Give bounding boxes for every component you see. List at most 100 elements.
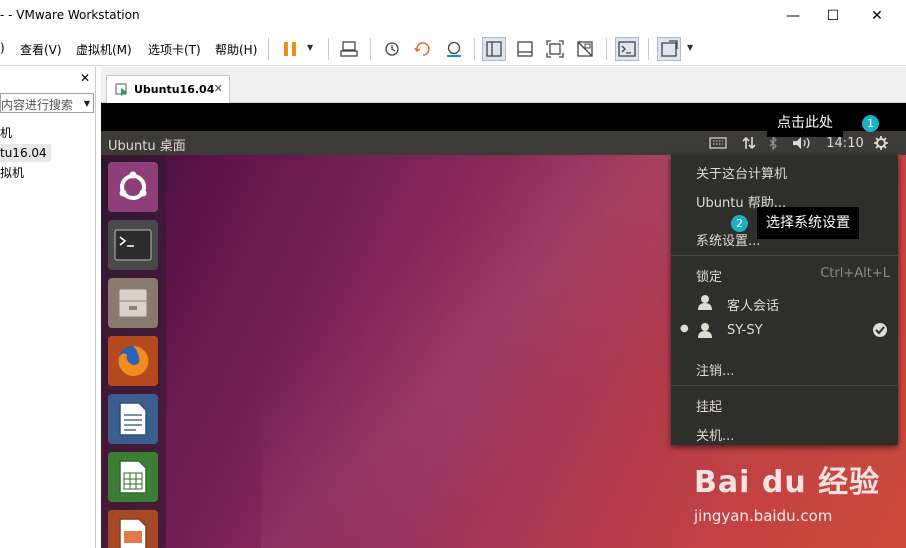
calc-spreadsheet-icon (119, 460, 147, 494)
lock-shortcut: Ctrl+Alt+L (820, 266, 890, 281)
unity-launcher (101, 155, 166, 548)
console-view-button[interactable] (615, 37, 639, 61)
launcher-files-button[interactable] (108, 278, 158, 328)
menu-user-sy[interactable]: SY-SY (727, 323, 763, 338)
firefox-icon (118, 345, 149, 376)
send-ctrl-alt-del-button[interactable] (337, 37, 361, 61)
menu-fragment[interactable]: ) (0, 41, 5, 55)
snapshot-button[interactable] (380, 37, 404, 61)
menu-tabs[interactable]: 选项卡(T) (148, 41, 201, 58)
thumbnail-view-icon (517, 41, 533, 57)
toolbar-separator (474, 38, 475, 60)
unity-mode-icon (577, 41, 593, 57)
annotation-step1-badge: 1 (862, 115, 879, 132)
unity-mode-button[interactable] (573, 37, 597, 61)
revert-snapshot-button[interactable] (411, 37, 435, 61)
library-search-input[interactable]: 内容进行搜索 ▼ (0, 93, 94, 113)
search-dropdown-icon[interactable]: ▼ (84, 99, 90, 108)
toolbar-separator (268, 38, 269, 60)
keyboard-send-icon (340, 41, 358, 57)
check-icon (872, 322, 888, 341)
user-icon (698, 322, 712, 341)
library-item[interactable]: 机 (0, 124, 12, 142)
toolbar-separator (328, 38, 329, 60)
network-icon[interactable] (738, 133, 760, 153)
vm-tab-strip: Ubuntu16.04 ✕ (101, 67, 906, 103)
thumbnail-bar-button[interactable] (513, 37, 537, 61)
pause-dropdown-icon[interactable]: ▼ (307, 43, 313, 52)
annotation-step2-label: 选择系统设置 (757, 207, 859, 239)
panel-title: Ubuntu 桌面 (108, 139, 186, 154)
pause-icon (284, 42, 296, 56)
baidu-jingyan-watermark: Bai du 经验 jingyan.baidu.com (690, 453, 879, 533)
launcher-dash-button[interactable] (108, 162, 158, 212)
system-menu: 关于这台计算机 Ubuntu 帮助... 系统设置... 锁定 Ctrl+Alt… (671, 155, 898, 445)
stretch-dropdown-icon[interactable]: ▼ (687, 43, 693, 52)
launcher-impress-button[interactable] (108, 510, 158, 548)
menu-about-computer[interactable]: 关于这台计算机 (696, 163, 787, 182)
show-library-button[interactable] (482, 37, 506, 61)
keyboard-icon[interactable] (707, 133, 729, 153)
menu-separator (671, 385, 898, 386)
guest-user-icon (698, 294, 712, 313)
fullscreen-icon (546, 40, 564, 58)
full-screen-button[interactable] (543, 37, 567, 61)
menu-logout[interactable]: 注销... (696, 360, 734, 379)
gear-icon[interactable] (870, 133, 892, 153)
menu-guest-session[interactable]: 客人会话 (727, 295, 779, 314)
library-search-placeholder: 内容进行搜索 (1, 98, 74, 112)
launcher-terminal-button[interactable] (108, 220, 158, 270)
tab-ubuntu[interactable]: Ubuntu16.04 ✕ (106, 75, 230, 103)
menu-suspend[interactable]: 挂起 (696, 396, 722, 415)
annotation-step2-text: 选择系统设置 (766, 215, 850, 231)
maximize-icon: ☐ (826, 8, 840, 24)
library-view-icon (486, 41, 502, 57)
window-title: - - VMware Workstation (0, 8, 140, 22)
terminal-icon (114, 229, 152, 261)
tab-close-icon[interactable]: ✕ (214, 82, 223, 95)
active-user-bullet-icon: ● (680, 323, 689, 334)
minimize-icon: — (786, 8, 800, 24)
snapshot-icon (385, 42, 399, 56)
writer-document-icon (119, 402, 147, 436)
console-icon (618, 41, 636, 57)
menu-shutdown[interactable]: 关机... (696, 425, 734, 444)
annotation-step1-text: 点击此处 (777, 115, 833, 131)
library-item-ubuntu[interactable]: tu16.04 (0, 144, 51, 162)
watermark-url: jingyan.baidu.com (694, 507, 833, 525)
ubuntu-logo-icon (119, 171, 147, 200)
annotation-step1-label: 点击此处 (767, 109, 843, 137)
file-cabinet-icon (118, 288, 148, 318)
launcher-writer-button[interactable] (108, 394, 158, 444)
launcher-firefox-button[interactable] (108, 336, 158, 386)
stretch-icon (661, 40, 678, 57)
toolbar-separator (648, 38, 649, 60)
close-icon: ✕ (871, 8, 883, 24)
tab-label: Ubuntu16.04 (134, 83, 215, 96)
menu-lock[interactable]: 锁定 (696, 266, 722, 285)
revert-icon (414, 42, 430, 56)
menu-separator (671, 255, 898, 256)
library-panel: ✕ 内容进行搜索 ▼ 机 tu16.04 拟机 (0, 67, 96, 548)
library-close-icon[interactable]: ✕ (80, 71, 90, 85)
snapshot-manager-icon (447, 41, 461, 57)
maximize-button[interactable]: ☐ (810, 0, 856, 32)
watermark-logo: Bai du 经验 (694, 465, 881, 500)
close-button[interactable]: ✕ (854, 0, 900, 32)
toolbar-separator (370, 38, 371, 60)
menu-toolbar: ) 查看(V) 虚拟机(M) 选项卡(T) 帮助(H) ▼ ▼ (0, 32, 906, 66)
launcher-calc-button[interactable] (108, 452, 158, 502)
menu-view[interactable]: 查看(V) (20, 41, 62, 58)
menu-vm[interactable]: 虚拟机(M) (76, 41, 132, 58)
library-item[interactable]: 拟机 (0, 164, 24, 182)
toolbar-separator (606, 38, 607, 60)
impress-presentation-icon (119, 518, 147, 548)
menu-system-settings[interactable]: 系统设置... (696, 230, 760, 249)
pause-button[interactable] (278, 37, 302, 61)
stretch-guest-button[interactable] (657, 37, 681, 61)
title-bar: - - VMware Workstation — ☐ ✕ (0, 0, 906, 32)
menu-help[interactable]: 帮助(H) (215, 41, 257, 58)
snapshot-manager-button[interactable] (442, 37, 466, 61)
vm-running-icon (115, 83, 127, 96)
annotation-step2-badge: 2 (731, 215, 748, 232)
